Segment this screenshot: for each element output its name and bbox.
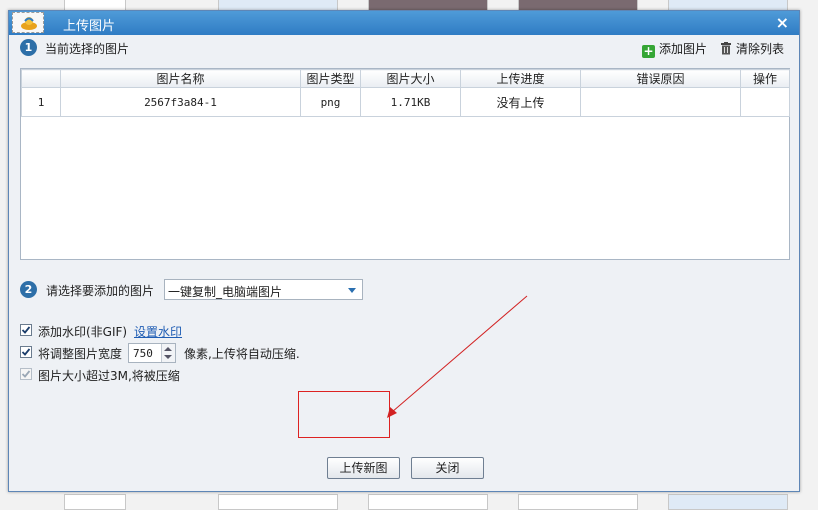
annotation-arrow-icon <box>387 295 528 418</box>
